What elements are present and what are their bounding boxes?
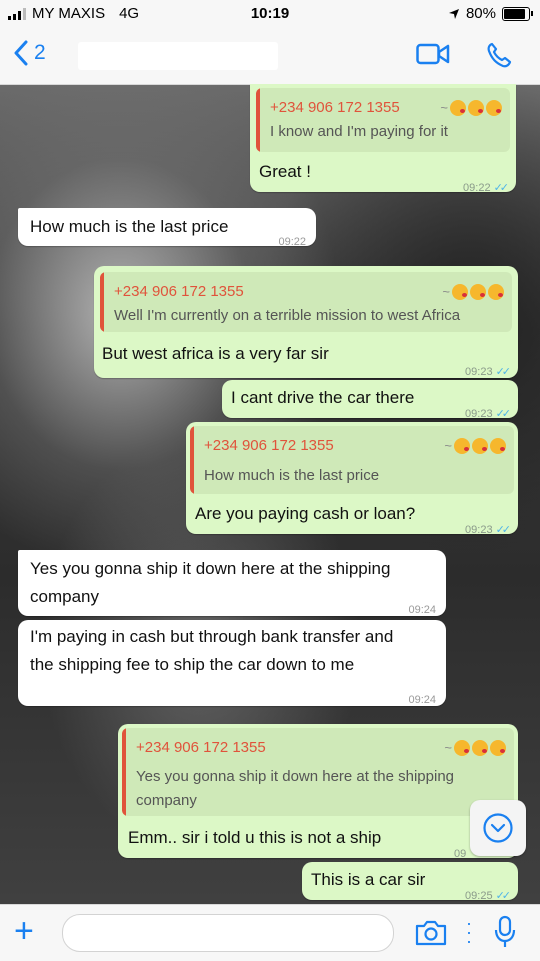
message-bubble-incoming[interactable]: How much is the last price 09:22 bbox=[18, 208, 316, 248]
status-right: 80% bbox=[448, 5, 533, 22]
chat-header: 2 bbox=[0, 28, 540, 85]
message-input[interactable] bbox=[62, 914, 394, 952]
quoted-message[interactable]: +234 906 172 1355 ~ How much is the last… bbox=[190, 426, 514, 494]
message-bubble-outgoing[interactable]: +234 906 172 1355 ~ Yes you gonna ship i… bbox=[118, 724, 518, 860]
message-text-line: the shipping fee to ship the car down to… bbox=[30, 655, 355, 674]
message-time: 09:23 bbox=[465, 524, 493, 536]
quote-sender: +234 906 172 1355 bbox=[204, 437, 334, 454]
message-text: This is a car sir bbox=[311, 870, 426, 889]
battery-icon bbox=[502, 6, 533, 21]
quote-emoji-group: ~ bbox=[444, 432, 506, 460]
chevron-left-icon bbox=[14, 40, 28, 66]
message-time: 09:22 bbox=[463, 182, 491, 194]
message-bubble-outgoing[interactable]: This is a car sir 09:25 ✓✓ bbox=[302, 862, 518, 902]
chevron-down-circle-icon bbox=[483, 813, 513, 843]
camera-icon[interactable] bbox=[414, 919, 448, 947]
back-button[interactable]: 2 bbox=[14, 40, 46, 66]
header-actions bbox=[416, 42, 512, 68]
battery-percent: 80% bbox=[465, 5, 496, 22]
more-options-icon[interactable]: · · · bbox=[466, 914, 472, 950]
kiss-emoji-icon bbox=[490, 438, 506, 454]
quoted-message[interactable]: +234 906 172 1355 ~ Well I'm currently o… bbox=[100, 272, 512, 332]
message-bubble-outgoing[interactable]: +234 906 172 1355 ~ Well I'm currently o… bbox=[94, 266, 518, 378]
message-bubble-outgoing[interactable]: I cant drive the car there 09:23 ✓✓ bbox=[222, 380, 518, 420]
microphone-icon[interactable] bbox=[494, 915, 516, 949]
read-ticks-icon: ✓✓ bbox=[495, 524, 512, 536]
quote-sender: +234 906 172 1355 bbox=[136, 739, 266, 756]
quoted-message[interactable]: +234 906 172 1355 ~ I know and I'm payin… bbox=[256, 88, 510, 152]
quote-sender: +234 906 172 1355 bbox=[270, 99, 400, 116]
message-bubble-outgoing[interactable]: +234 906 172 1355 ~ How much is the last… bbox=[186, 422, 518, 536]
scroll-to-bottom-button[interactable] bbox=[470, 800, 526, 856]
kiss-emoji-icon bbox=[450, 100, 466, 116]
kiss-emoji-icon bbox=[488, 284, 504, 300]
message-bubble-incoming[interactable]: Yes you gonna ship it down here at the s… bbox=[18, 550, 446, 616]
message-time: 09:22 bbox=[278, 236, 306, 248]
location-icon bbox=[448, 8, 459, 19]
message-text: Great ! bbox=[259, 162, 311, 181]
kiss-emoji-icon bbox=[470, 284, 486, 300]
video-call-icon[interactable] bbox=[416, 42, 450, 66]
quote-text: I know and I'm paying for it bbox=[270, 123, 448, 140]
message-text: I cant drive the car there bbox=[231, 388, 415, 407]
message-input-bar: + · · · bbox=[0, 904, 540, 961]
quote-text: Well I'm currently on a terrible mission… bbox=[114, 307, 461, 324]
kiss-emoji-icon bbox=[454, 740, 470, 756]
message-text: But west africa is a very far sir bbox=[102, 344, 329, 363]
message-text: Are you paying cash or loan? bbox=[195, 504, 416, 523]
message-text: How much is the last price bbox=[30, 217, 229, 236]
kiss-emoji-icon bbox=[452, 284, 468, 300]
contact-name-redacted[interactable] bbox=[78, 42, 278, 70]
quote-emoji-group: ~ bbox=[440, 94, 502, 122]
kiss-emoji-icon bbox=[454, 438, 470, 454]
quote-emoji-group: ~ bbox=[442, 278, 504, 306]
quote-emoji-group: ~ bbox=[444, 734, 506, 762]
kiss-emoji-icon bbox=[472, 438, 488, 454]
kiss-emoji-icon bbox=[486, 100, 502, 116]
message-bubble-incoming[interactable]: I'm paying in cash but through bank tran… bbox=[18, 620, 446, 706]
kiss-emoji-icon bbox=[472, 740, 488, 756]
phone-call-icon[interactable] bbox=[486, 42, 512, 68]
attach-plus-button[interactable]: + bbox=[14, 913, 34, 949]
message-meta: 09:23 ✓✓ bbox=[465, 516, 512, 544]
message-time: 09:24 bbox=[408, 694, 436, 706]
quote-text: How much is the last price bbox=[204, 467, 380, 484]
back-count: 2 bbox=[34, 41, 46, 64]
message-text: Emm.. sir i told u this is not a ship bbox=[128, 828, 382, 847]
quote-sender: +234 906 172 1355 bbox=[114, 283, 244, 300]
kiss-emoji-icon bbox=[468, 100, 484, 116]
status-bar: MY MAXIS 4G 10:19 80% bbox=[0, 0, 540, 28]
quote-text-line: Yes you gonna ship it down here at the s… bbox=[136, 768, 455, 785]
message-text-line: I'm paying in cash but through bank tran… bbox=[30, 627, 394, 646]
message-text-line: Yes you gonna ship it down here at the s… bbox=[30, 559, 391, 578]
message-bubble-outgoing[interactable]: +234 906 172 1355 ~ I know and I'm payin… bbox=[250, 84, 516, 194]
quote-text-line: company bbox=[136, 792, 197, 809]
quoted-message[interactable]: +234 906 172 1355 ~ Yes you gonna ship i… bbox=[122, 728, 514, 816]
message-text-line: company bbox=[30, 587, 99, 606]
read-ticks-icon: ✓✓ bbox=[493, 182, 510, 194]
kiss-emoji-icon bbox=[490, 740, 506, 756]
message-meta: 09:22 ✓✓ bbox=[463, 174, 510, 202]
